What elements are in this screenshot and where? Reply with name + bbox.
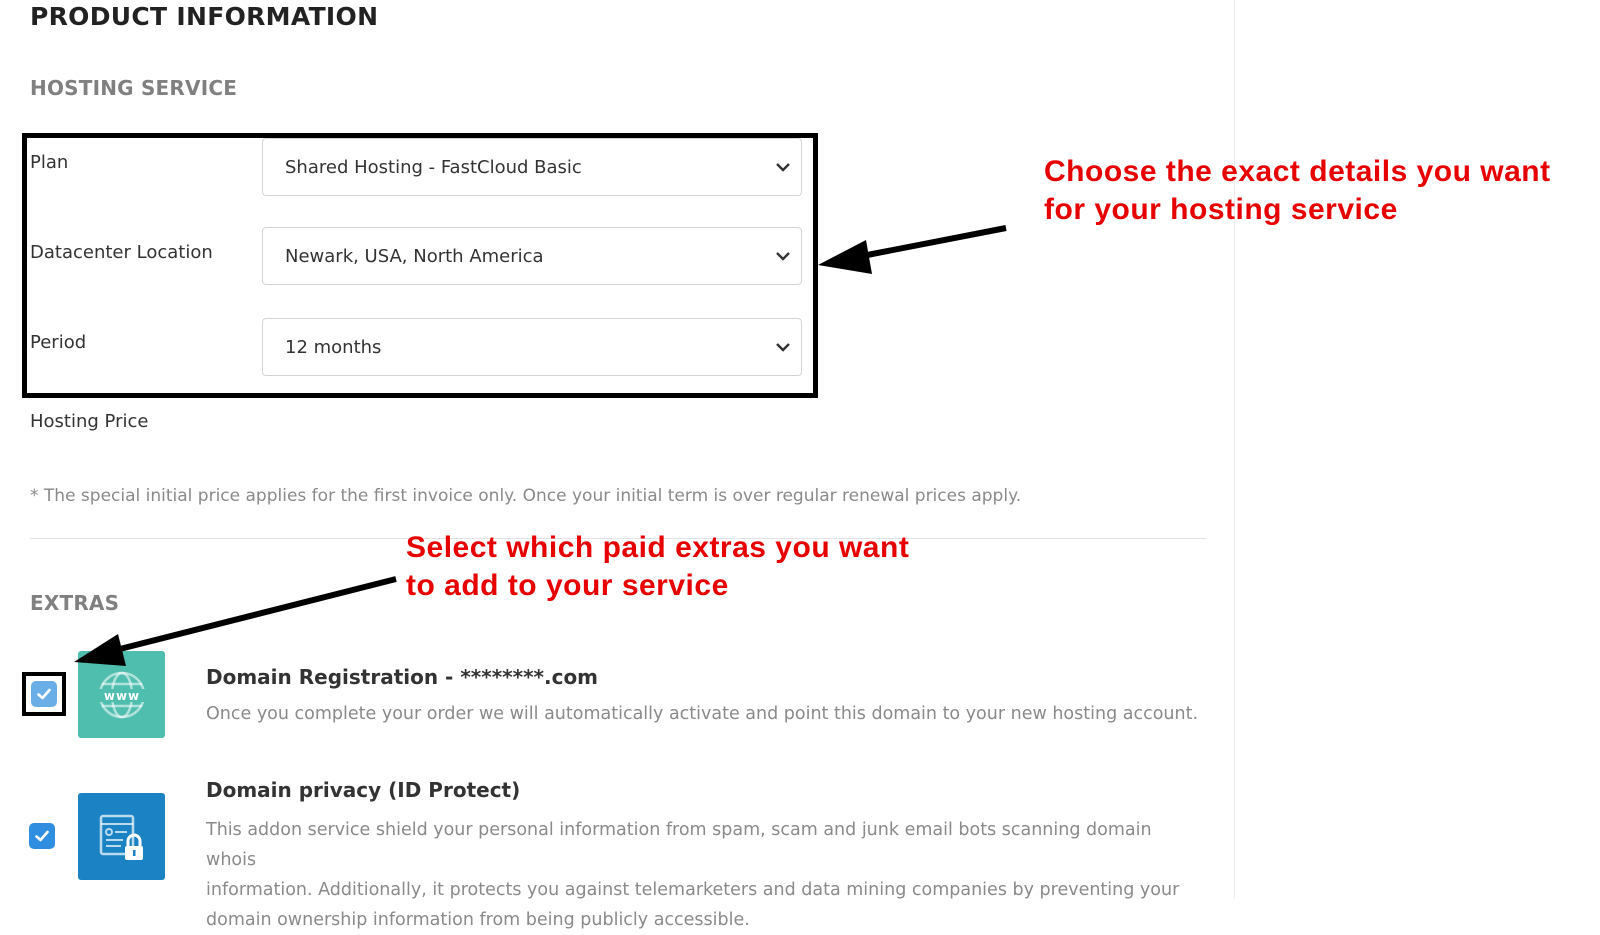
hosting-options-highlight bbox=[22, 133, 818, 398]
right-column-divider bbox=[1234, 0, 1235, 899]
checkmark-icon bbox=[35, 830, 49, 842]
www-globe-icon: www bbox=[78, 651, 165, 738]
arrow-head-icon bbox=[818, 240, 872, 274]
domain-privacy-checkbox[interactable] bbox=[29, 823, 55, 849]
domain-privacy-description-line: information. Additionally, it protects y… bbox=[206, 880, 1180, 900]
domain-privacy-description-line: This addon service shield your personal … bbox=[206, 820, 1152, 870]
checkmark-icon bbox=[37, 688, 51, 700]
extras-section-title: EXTRAS bbox=[30, 591, 120, 615]
hosting-annotation-line: for your hosting service bbox=[1044, 193, 1398, 226]
svg-text:www: www bbox=[103, 689, 139, 703]
hosting-price-label: Hosting Price bbox=[30, 411, 149, 432]
page-title: PRODUCT INFORMATION bbox=[30, 2, 379, 31]
arrow-to-extras-checkbox bbox=[111, 576, 397, 654]
extras-annotation: Select which paid extras you want to add… bbox=[406, 529, 909, 605]
domain-privacy-title: Domain privacy (ID Protect) bbox=[206, 778, 521, 802]
pricing-footnote: * The special initial price applies for … bbox=[30, 486, 1022, 506]
extras-annotation-line: Select which paid extras you want bbox=[406, 531, 910, 564]
domain-privacy-description-line: domain ownership information from being … bbox=[206, 910, 750, 930]
extras-annotation-line: to add to your service bbox=[406, 569, 729, 602]
hosting-annotation-line: Choose the exact details you want bbox=[1044, 155, 1551, 188]
hosting-section-title: HOSTING SERVICE bbox=[30, 76, 238, 100]
domain-registration-checkbox[interactable] bbox=[31, 681, 57, 707]
document-lock-icon bbox=[78, 793, 165, 880]
hosting-annotation: Choose the exact details you want for yo… bbox=[1044, 153, 1551, 229]
domain-registration-title: Domain Registration - ********.com bbox=[206, 665, 599, 689]
domain-registration-description: Once you complete your order we will aut… bbox=[206, 704, 1199, 724]
arrow-to-hosting-options bbox=[861, 225, 1007, 259]
domain-privacy-description: This addon service shield your personal … bbox=[206, 815, 1206, 935]
